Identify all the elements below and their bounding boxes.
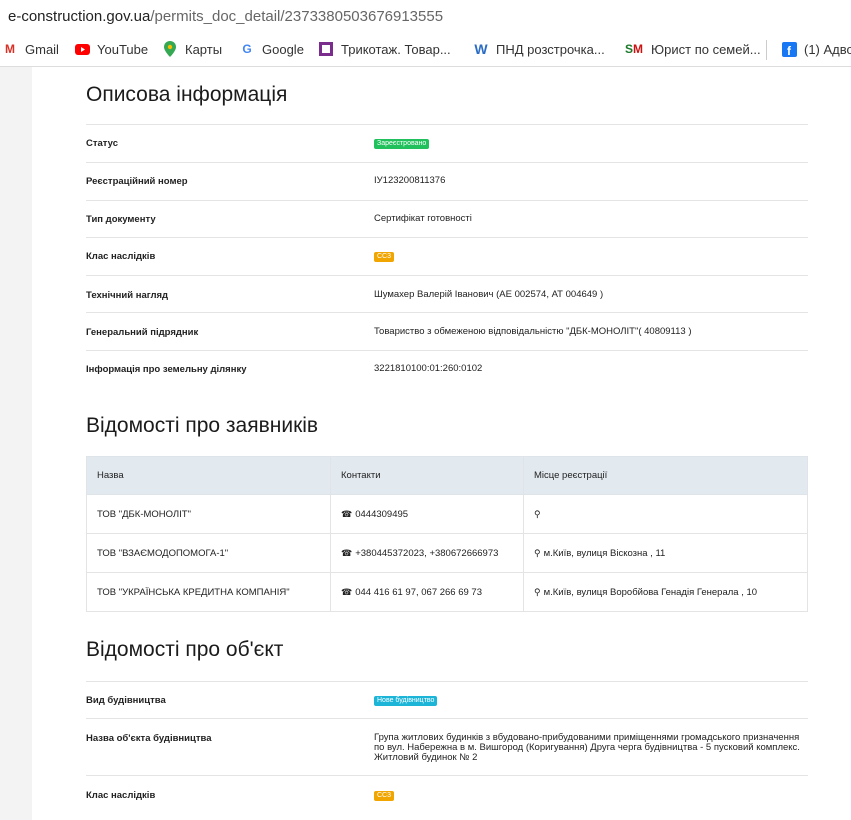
gmail-icon: M	[5, 42, 15, 56]
row-object-name: Назва об'єкта будівництва Група житлових…	[86, 718, 808, 775]
bookmark-yuryst[interactable]: SM Юрист по семей...	[624, 41, 761, 57]
row-general-contractor: Генеральний підрядник Товариство з обмеж…	[86, 312, 808, 350]
row-consequence-class: Клас наслідків СС3	[86, 237, 808, 275]
construction-type-badge: Нове будівництво	[374, 696, 438, 706]
col-header-name: Назва	[86, 456, 331, 495]
bookmark-trykotazh[interactable]: Трикотаж. Товар...	[318, 41, 451, 57]
row-object-class: Клас наслідків СС3	[86, 775, 808, 820]
object-class-badge: СС3	[374, 791, 395, 801]
bookmark-google[interactable]: G Google	[239, 41, 304, 57]
row-doc-type: Тип документу Сертифікат готовності	[86, 200, 808, 237]
location-pin-icon: ⚲	[534, 586, 541, 597]
col-header-contacts: Контакти	[330, 456, 524, 495]
google-icon: G	[242, 42, 252, 56]
phone-icon: ☎	[341, 547, 353, 558]
url-host: e-construction.gov.ua	[8, 8, 151, 25]
facebook-icon: f	[781, 41, 797, 57]
location-pin-icon: ⚲	[534, 508, 541, 519]
bookmark-maps[interactable]: Карты	[162, 41, 222, 57]
applicants-table: Назва Контакти Місце реєстрації ТОВ "ДБК…	[86, 456, 808, 612]
table-row: ТОВ "ВЗАЄМОДОПОМОГА-1" ☎ +380445372023, +…	[86, 533, 808, 573]
row-tech-supervision: Технічний нагляд Шумахер Валерій Іванови…	[86, 275, 808, 312]
status-badge: Зареєстровано	[374, 139, 430, 149]
bookmark-pnd[interactable]: W ПНД розстрочка...	[473, 41, 604, 57]
bookmark-facebook[interactable]: f (1) Адво	[781, 41, 851, 57]
url-path: /permits_doc_detail/2373380503676913555	[150, 8, 444, 25]
row-status: Статус Зареєстровано	[86, 124, 808, 162]
youtube-icon	[74, 41, 90, 57]
row-land-plot: Інформація про земельну ділянку 32218101…	[86, 350, 808, 388]
section-title-description: Описова інформація	[86, 83, 288, 106]
row-reg-number: Реєстраційний номер ІУ123200811376	[86, 162, 808, 200]
bookmark-youtube[interactable]: YouTube	[74, 41, 148, 57]
bookmark-gmail[interactable]: M Gmail	[2, 41, 59, 57]
section-title-applicants: Відомості про заявників	[86, 414, 319, 437]
bookmark-separator	[766, 40, 767, 60]
location-pin-icon: ⚲	[534, 547, 541, 558]
table-row: ТОВ "УКРАЇНСЬКА КРЕДИТНА КОМПАНІЯ" ☎ 044 …	[86, 572, 808, 612]
col-header-place: Місце реєстрації	[523, 456, 808, 495]
row-construction-type: Вид будівництва Нове будівництво	[86, 681, 808, 718]
purple-square-icon	[318, 41, 334, 57]
bookmarks-bar: M Gmail YouTube Карты G Google Трикотаж.…	[0, 34, 851, 67]
w-icon: W	[474, 41, 488, 57]
address-bar[interactable]: e-construction.gov.ua/permits_doc_detail…	[0, 0, 851, 34]
class-badge: СС3	[374, 252, 395, 262]
table-row: ТОВ "ДБК-МОНОЛІТ" ☎ 0444309495 ⚲	[86, 494, 808, 534]
maps-icon	[162, 41, 178, 57]
phone-icon: ☎	[341, 508, 353, 519]
section-title-object: Відомості про об'єкт	[86, 638, 284, 661]
phone-icon: ☎	[341, 586, 353, 597]
page-content: Описова інформація Статус Зареєстровано …	[32, 67, 851, 820]
sm-icon: SM	[624, 42, 643, 56]
